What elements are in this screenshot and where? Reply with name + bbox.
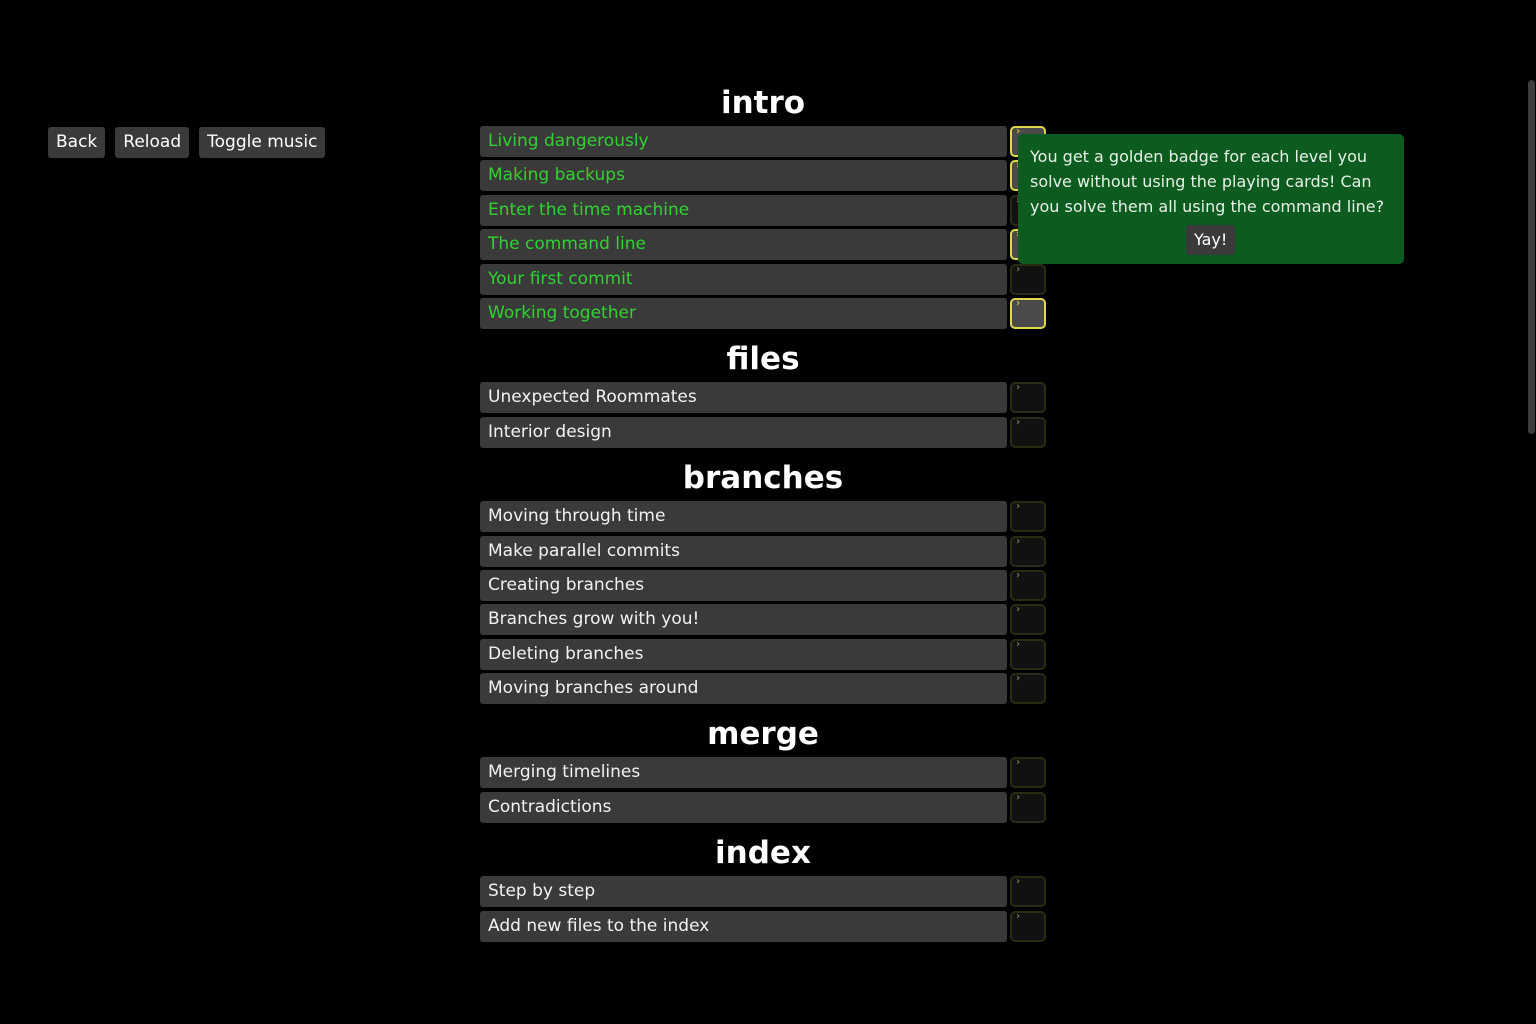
level-row: Moving through time › (480, 501, 1046, 533)
tooltip-text: You get a golden badge for each level yo… (1030, 147, 1385, 216)
golden-badge-icon: › (1010, 297, 1046, 329)
terminal-badge-icon: › (1010, 638, 1046, 670)
terminal-badge-icon: › (1010, 535, 1046, 567)
chapter-title-intro: intro (720, 85, 806, 121)
level-button[interactable]: Contradictions (480, 791, 1007, 823)
level-list: introLiving dangerously›Making backups›E… (480, 80, 1046, 942)
level-row: The command line› (480, 229, 1046, 261)
level-button[interactable]: Add new files to the index (480, 910, 1007, 942)
level-button[interactable]: Making backups (480, 160, 1007, 192)
level-button[interactable]: Deleting branches (480, 638, 1007, 670)
chevron-right-icon: › (1015, 673, 1022, 685)
chapter-title-branches: branches (682, 460, 844, 497)
terminal-badge-icon: › (1010, 382, 1046, 414)
level-button[interactable]: Your first commit (480, 263, 1007, 295)
level-row: Working together › (480, 297, 1046, 329)
reload-button[interactable]: Reload (115, 127, 190, 158)
level-button[interactable]: Creating branches (480, 569, 1007, 601)
terminal-badge-icon: › (1010, 673, 1046, 705)
level-row: Merging timelines › (480, 757, 1046, 789)
chevron-right-icon: › (1015, 604, 1022, 616)
chevron-right-icon: › (1015, 535, 1022, 547)
scrollbar[interactable] (1527, 80, 1536, 944)
level-button[interactable]: Step by step (480, 876, 1007, 908)
chevron-right-icon: › (1015, 757, 1022, 769)
chevron-right-icon: › (1015, 638, 1022, 650)
terminal-badge-icon: › (1010, 757, 1046, 789)
level-button[interactable]: Make parallel commits (480, 535, 1007, 567)
level-button[interactable]: Working together (480, 297, 1007, 329)
level-row: Your first commit › (480, 263, 1046, 295)
terminal-badge-icon: › (1010, 263, 1046, 295)
level-row: Making backups› (480, 160, 1046, 192)
chevron-right-icon: › (1015, 876, 1022, 888)
terminal-badge-icon: › (1010, 604, 1046, 636)
level-select-screen: Back Reload Toggle music intro Living dan… (0, 0, 1536, 1024)
level-row: Contradictions › (480, 791, 1046, 823)
chapter-title-index: index (715, 835, 811, 872)
tooltip-dismiss-button[interactable]: Yay! (1186, 225, 1236, 255)
level-button[interactable]: Moving through time (480, 501, 1007, 533)
level-row: Make parallel commits › (480, 535, 1046, 567)
chevron-right-icon: › (1015, 501, 1022, 513)
terminal-badge-icon: › (1010, 569, 1046, 601)
chevron-right-icon: › (1015, 297, 1022, 309)
chapter-title-files: files (726, 341, 800, 378)
level-button[interactable]: Living dangerously (480, 126, 1007, 157)
chevron-right-icon: › (1015, 791, 1022, 803)
level-button[interactable]: Interior design (480, 416, 1007, 448)
level-button[interactable]: The command line (480, 229, 1007, 261)
toggle-music-button[interactable]: Toggle music (199, 127, 326, 158)
terminal-badge-icon: › (1010, 876, 1046, 908)
toolbar: Back Reload Toggle music (48, 127, 326, 158)
level-button[interactable]: Merging timelines (480, 757, 1007, 789)
level-row: Moving branches around › (480, 673, 1046, 705)
level-button[interactable]: Moving branches around (480, 673, 1007, 705)
chevron-right-icon: › (1015, 416, 1022, 428)
level-button[interactable]: Enter the time machine (480, 194, 1007, 226)
terminal-badge-icon: › (1010, 416, 1046, 448)
chevron-right-icon: › (1015, 263, 1022, 275)
terminal-badge-icon: › (1010, 910, 1046, 942)
scrollbar-thumb[interactable] (1528, 80, 1535, 434)
terminal-badge-icon: › (1010, 501, 1046, 533)
level-row: Add new files to the index › (480, 910, 1046, 942)
chevron-right-icon: › (1015, 569, 1022, 581)
chapter-title-merge: merge (707, 716, 819, 753)
level-row: Living dangerously › (480, 126, 1046, 157)
chevron-right-icon: › (1015, 382, 1022, 394)
back-button[interactable]: Back (48, 127, 106, 158)
golden-badge-tooltip: You get a golden badge for each level yo… (1018, 134, 1404, 264)
level-row: Branches grow with you! › (480, 604, 1046, 636)
level-row: Enter the time machine› (480, 194, 1046, 226)
level-button[interactable]: Unexpected Roommates (480, 382, 1007, 414)
terminal-badge-icon: › (1010, 791, 1046, 823)
level-row: Deleting branches › (480, 638, 1046, 670)
level-row: Unexpected Roommates › (480, 382, 1046, 414)
level-button[interactable]: Branches grow with you! (480, 604, 1007, 636)
level-row: Step by step › (480, 876, 1046, 908)
level-row: Interior design › (480, 416, 1046, 448)
level-row: Creating branches › (480, 569, 1046, 601)
chevron-right-icon: › (1015, 910, 1022, 922)
